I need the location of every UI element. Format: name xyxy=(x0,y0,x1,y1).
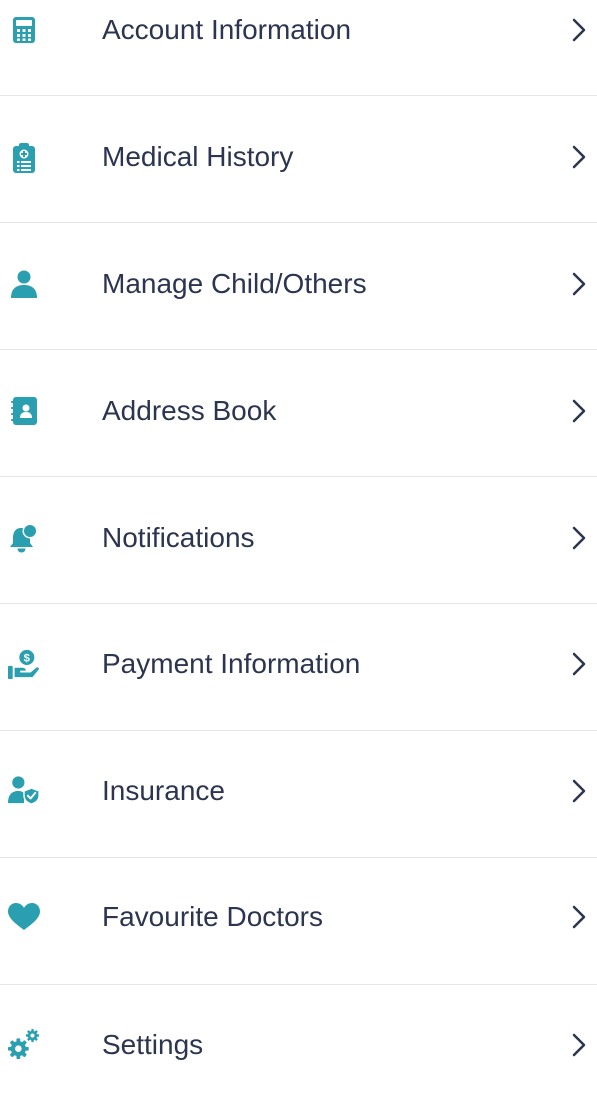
menu-item-payment-information[interactable]: $ Payment Information xyxy=(0,604,597,731)
heart-icon xyxy=(8,901,40,933)
menu-item-manage-child-others[interactable]: Manage Child/Others xyxy=(0,223,597,350)
menu-item-notifications[interactable]: Notifications xyxy=(0,477,597,604)
settings-menu: Account Information Medical History Mana… xyxy=(0,0,597,1068)
menu-item-label: Payment Information xyxy=(102,648,361,679)
menu-item-medical-history[interactable]: Medical History xyxy=(0,96,597,223)
chevron-right-icon xyxy=(567,774,591,808)
person-icon xyxy=(8,268,40,300)
contact-book-icon xyxy=(8,395,40,427)
menu-item-label: Settings xyxy=(102,1029,204,1060)
chevron-right-icon xyxy=(567,267,591,301)
chevron-right-icon xyxy=(567,900,591,934)
bell-icon xyxy=(8,522,40,554)
menu-item-address-book[interactable]: Address Book xyxy=(0,350,597,477)
menu-item-label: Address Book xyxy=(102,395,277,426)
menu-item-label: Account Information xyxy=(102,14,352,45)
menu-item-label: Notifications xyxy=(102,522,255,553)
menu-item-insurance[interactable]: Insurance xyxy=(0,731,597,858)
svg-text:$: $ xyxy=(24,653,31,665)
chevron-right-icon xyxy=(567,521,591,555)
clipboard-medical-icon xyxy=(8,142,40,174)
user-shield-icon xyxy=(8,774,40,806)
menu-item-label: Medical History xyxy=(102,141,294,172)
chevron-right-icon xyxy=(567,13,591,47)
chevron-right-icon xyxy=(567,1028,591,1062)
menu-item-label: Manage Child/Others xyxy=(102,268,367,299)
gears-icon xyxy=(8,1028,40,1060)
calculator-icon xyxy=(8,14,40,46)
menu-item-label: Insurance xyxy=(102,775,225,806)
menu-item-settings[interactable]: Settings xyxy=(0,985,597,1112)
chevron-right-icon xyxy=(567,394,591,428)
menu-item-label: Favourite Doctors xyxy=(102,901,323,932)
chevron-right-icon xyxy=(567,647,591,681)
menu-item-account-information[interactable]: Account Information xyxy=(0,0,597,96)
chevron-right-icon xyxy=(567,140,591,174)
hand-payment-icon: $ xyxy=(8,648,40,680)
menu-item-favourite-doctors[interactable]: Favourite Doctors xyxy=(0,858,597,985)
